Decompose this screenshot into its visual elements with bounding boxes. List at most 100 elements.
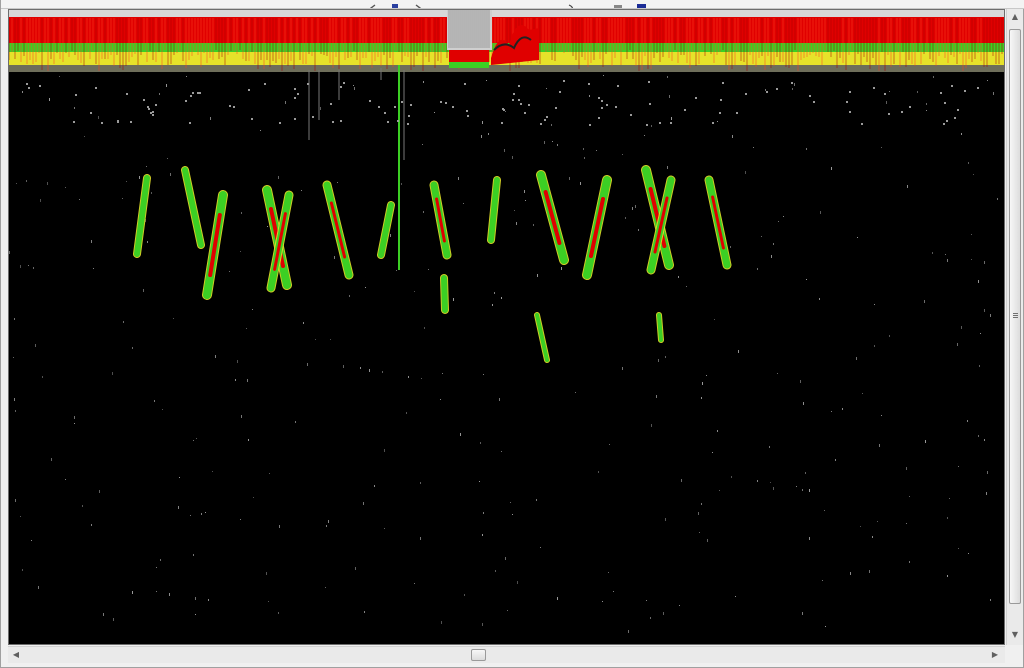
toolbar-strip xyxy=(1,0,1024,9)
scroll-left-arrow-icon[interactable]: ◀ xyxy=(8,647,24,663)
noise-dot xyxy=(940,92,942,94)
color-swatch-icon[interactable] xyxy=(637,0,646,8)
noise-dot xyxy=(622,154,623,155)
noise-dot xyxy=(770,482,771,483)
noise-dot xyxy=(229,271,230,272)
noise-dot xyxy=(208,599,209,601)
noise-dot xyxy=(326,525,327,527)
noise-dot xyxy=(551,124,552,126)
noise-dot xyxy=(557,144,558,146)
noise-dot xyxy=(343,365,344,368)
noise-dot xyxy=(189,122,191,124)
fish-trace-mid xyxy=(488,177,500,243)
noise-dot xyxy=(162,409,163,410)
tool-icon[interactable] xyxy=(568,0,576,8)
noise-dot xyxy=(924,300,925,303)
noise-dot xyxy=(98,116,99,119)
noise-dot xyxy=(278,612,279,614)
nav-back-icon[interactable] xyxy=(369,0,377,8)
noise-dot xyxy=(850,572,851,575)
noise-dot xyxy=(117,120,119,122)
noise-dot xyxy=(846,101,848,103)
noise-dot xyxy=(613,591,614,592)
noise-dot xyxy=(148,108,150,110)
noise-dot xyxy=(494,292,495,294)
noise-dot xyxy=(179,477,180,478)
noise-dot xyxy=(719,490,720,491)
noise-dot xyxy=(735,596,736,597)
noise-dot xyxy=(698,512,699,515)
noise-dot xyxy=(773,487,774,490)
noise-dot xyxy=(524,190,525,193)
noise-dot xyxy=(888,113,890,115)
noise-dot xyxy=(253,497,254,498)
vertical-scrollbar[interactable]: ▲ ▼ xyxy=(1006,9,1023,645)
noise-dot xyxy=(421,378,422,379)
noise-dot xyxy=(460,433,461,436)
noise-dot xyxy=(466,110,468,112)
noise-dot xyxy=(951,85,953,87)
echogram-viewport[interactable] xyxy=(8,9,1005,645)
noise-dot xyxy=(169,593,170,596)
noise-dot xyxy=(575,392,576,393)
noise-dot xyxy=(831,411,832,412)
scroll-up-arrow-icon[interactable]: ▲ xyxy=(1007,9,1023,25)
noise-dot xyxy=(860,526,861,527)
noise-dot xyxy=(159,93,160,95)
noise-dot xyxy=(74,416,75,419)
noise-dot xyxy=(201,513,202,515)
noise-dot xyxy=(957,343,958,346)
noise-dot xyxy=(730,246,731,248)
noise-dot xyxy=(422,144,423,145)
noise-dot xyxy=(252,309,253,310)
noise-dot xyxy=(486,80,487,81)
noise-dot xyxy=(651,424,652,427)
noise-dot xyxy=(932,252,933,254)
save-icon[interactable] xyxy=(391,0,399,8)
noise-dot xyxy=(596,150,597,151)
noise-dot xyxy=(504,149,505,152)
noise-dot xyxy=(394,106,396,108)
scroll-down-arrow-icon[interactable]: ▼ xyxy=(1007,627,1023,643)
noise-dot xyxy=(445,102,447,104)
app-window: ▲ ▼ ◀ ▶ xyxy=(0,0,1024,668)
noise-dot xyxy=(143,99,145,101)
noise-dot xyxy=(441,621,442,624)
noise-dot xyxy=(51,458,52,461)
print-icon[interactable] xyxy=(613,0,622,8)
noise-dot xyxy=(516,222,517,225)
noise-dot xyxy=(603,75,604,76)
noise-dot xyxy=(82,505,83,507)
noise-dot xyxy=(712,452,713,453)
noise-dot xyxy=(650,617,651,619)
noise-dot xyxy=(651,125,652,127)
noise-dot xyxy=(945,254,946,255)
noise-dot xyxy=(103,613,104,616)
noise-dot xyxy=(147,106,149,108)
noise-dot xyxy=(717,121,718,122)
nav-forward-icon[interactable] xyxy=(414,0,422,8)
noise-dot xyxy=(237,360,238,363)
horizontal-scroll-thumb[interactable] xyxy=(471,649,486,661)
noise-dot xyxy=(307,83,309,85)
noise-dot xyxy=(193,440,194,441)
noise-dot xyxy=(365,287,366,288)
noise-dot xyxy=(773,243,774,245)
noise-dot xyxy=(563,80,565,82)
noise-dot xyxy=(877,521,878,522)
horizontal-scrollbar[interactable]: ◀ ▶ xyxy=(8,646,1005,663)
noise-dot xyxy=(699,532,700,533)
noise-dot xyxy=(212,471,213,472)
noise-dot xyxy=(717,430,718,432)
noise-dot xyxy=(536,499,537,501)
noise-dot xyxy=(984,309,985,312)
vertical-scroll-thumb[interactable] xyxy=(1009,29,1021,604)
noise-dot xyxy=(492,304,493,306)
noise-dot xyxy=(949,498,950,499)
noise-dot xyxy=(49,98,50,101)
noise-dot xyxy=(669,95,670,98)
noise-dot xyxy=(166,84,167,87)
scroll-right-arrow-icon[interactable]: ▶ xyxy=(987,647,1003,663)
noise-dot xyxy=(122,198,123,199)
noise-dot xyxy=(495,570,496,572)
